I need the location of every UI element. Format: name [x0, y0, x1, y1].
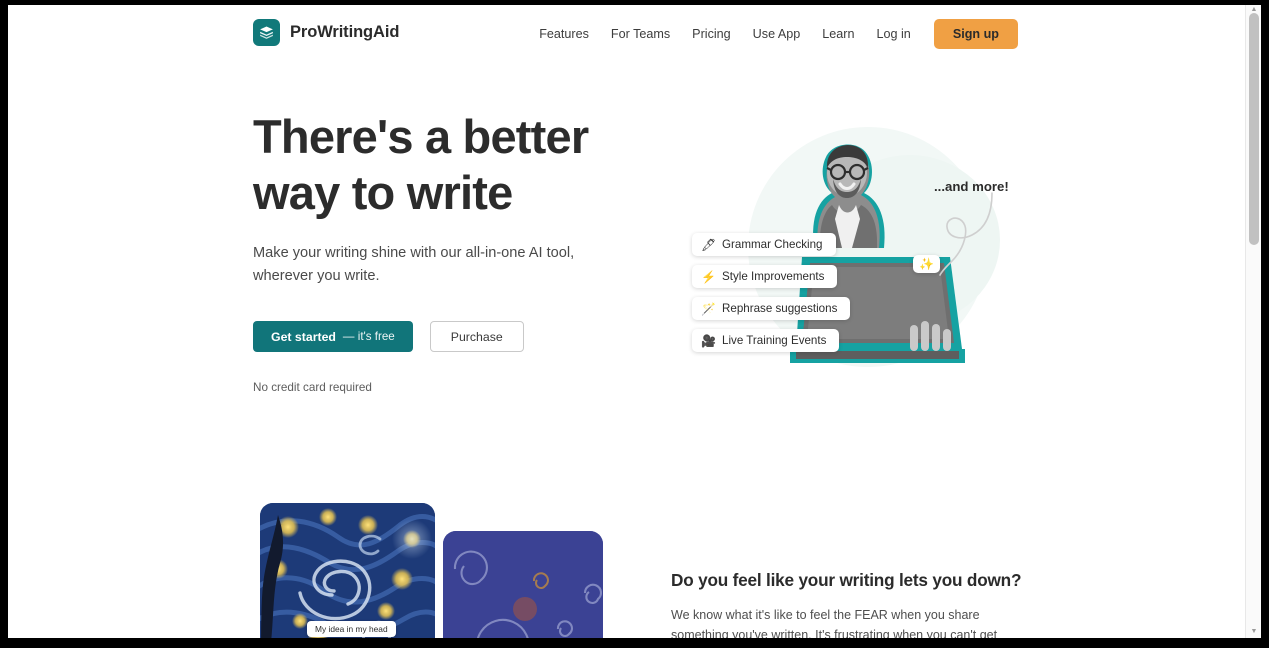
feature-chip-live-training-events[interactable]: 🎥 Live Training Events	[692, 329, 840, 352]
nav-item-log-in[interactable]: Log in	[866, 21, 922, 47]
nav-item-pricing[interactable]: Pricing	[681, 21, 742, 47]
hero-cta-group: Get started — it's free Purchase	[253, 321, 643, 352]
nav-item-learn[interactable]: Learn	[811, 21, 865, 47]
squiggle-arrow-icon	[939, 192, 993, 276]
scrollbar-down-arrow-icon[interactable]: ▼	[1250, 628, 1258, 635]
lightning-bolt-icon: ⚡	[701, 269, 716, 284]
brand-logo-link[interactable]: ProWritingAid	[253, 19, 399, 46]
section2-copy: Do you feel like your writing lets you d…	[671, 570, 1022, 638]
no-credit-card-note: No credit card required	[253, 381, 372, 394]
scrollbar-thumb[interactable]	[1249, 13, 1259, 245]
starry-night-illustration: My idea in my head	[253, 503, 613, 638]
get-started-button[interactable]: Get started — it's free	[253, 321, 413, 352]
vertical-scrollbar[interactable]: ▲ ▼	[1245, 5, 1261, 638]
main-navigation: Features For Teams Pricing Use App Learn…	[528, 19, 1018, 49]
idea-caption-chip: My idea in my head	[307, 621, 396, 637]
hero-subtitle: Make your writing shine with our all-in-…	[253, 245, 575, 284]
simplified-painting-card	[443, 531, 603, 638]
nav-item-features[interactable]: Features	[528, 21, 600, 47]
section2-title: Do you feel like your writing lets you d…	[671, 570, 1022, 590]
person-photo	[780, 123, 910, 248]
feature-chip-rephrase-suggestions[interactable]: 🪄 Rephrase suggestions	[692, 297, 851, 320]
feature-chip-label: Rephrase suggestions	[722, 302, 838, 315]
site-header: ProWritingAid Features For Teams Pricing…	[8, 5, 1245, 61]
nav-item-for-teams[interactable]: For Teams	[600, 21, 681, 47]
hero-copy: There's a better way to write Make your …	[253, 109, 643, 394]
sparkle-icon: ✨	[913, 255, 940, 273]
section2-body: We know what it's like to feel the FEAR …	[671, 608, 998, 638]
brand-name: ProWritingAid	[290, 23, 400, 41]
browser-viewport: ProWritingAid Features For Teams Pricing…	[8, 5, 1261, 638]
sign-up-button[interactable]: Sign up	[933, 19, 1018, 49]
magic-wand-icon: 🪄	[701, 301, 716, 316]
page-content: ProWritingAid Features For Teams Pricing…	[8, 5, 1245, 638]
hero-illustration: ✨ ...and more! 🖋 Grammar Checking ⚡ Styl…	[670, 105, 1020, 405]
get-started-suffix: — it's free	[342, 330, 395, 343]
purchase-button[interactable]: Purchase	[429, 321, 524, 352]
feature-chip-grammar-checking[interactable]: 🖋 Grammar Checking	[692, 233, 836, 256]
feature-chip-label: Style Improvements	[722, 270, 825, 283]
feather-pen-icon: 🖋	[701, 237, 717, 252]
hero-title: There's a better way to write	[253, 110, 589, 219]
feature-chip-label: Grammar Checking	[722, 238, 823, 251]
and-more-label: ...and more!	[934, 179, 1009, 194]
feature-chip-style-improvements[interactable]: ⚡ Style Improvements	[692, 265, 838, 288]
video-camera-icon: 🎥	[701, 333, 716, 348]
get-started-label: Get started	[271, 329, 336, 344]
starry-night-card: My idea in my head	[260, 503, 435, 638]
prowritingaid-book-logo-icon	[253, 19, 280, 46]
feature-chip-label: Live Training Events	[722, 334, 827, 347]
feature-chip-list: 🖋 Grammar Checking ⚡ Style Improvements …	[692, 233, 851, 361]
nav-item-use-app[interactable]: Use App	[742, 21, 812, 47]
